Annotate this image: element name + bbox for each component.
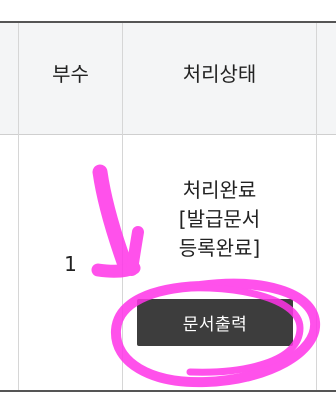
- cell-copies: 1: [64, 252, 77, 276]
- status-line: [발급문서: [178, 207, 261, 231]
- document-status-table: 부수 처리상태 1 처리완료 [발급문서 등록완료] 문서출력: [0, 0, 336, 418]
- header-divider: [0, 134, 336, 135]
- table-bottom-border: [0, 390, 336, 392]
- table-top-border: [0, 21, 336, 23]
- column-divider: [316, 23, 317, 390]
- header-copies: 부수: [52, 62, 89, 86]
- header-status: 처리상태: [182, 62, 257, 86]
- print-document-button[interactable]: 문서출력: [137, 299, 293, 346]
- status-line: 등록완료]: [178, 236, 261, 260]
- status-line: 처리완료: [182, 178, 257, 202]
- cell-status: 처리완료 [발급문서 등록완료]: [123, 176, 316, 263]
